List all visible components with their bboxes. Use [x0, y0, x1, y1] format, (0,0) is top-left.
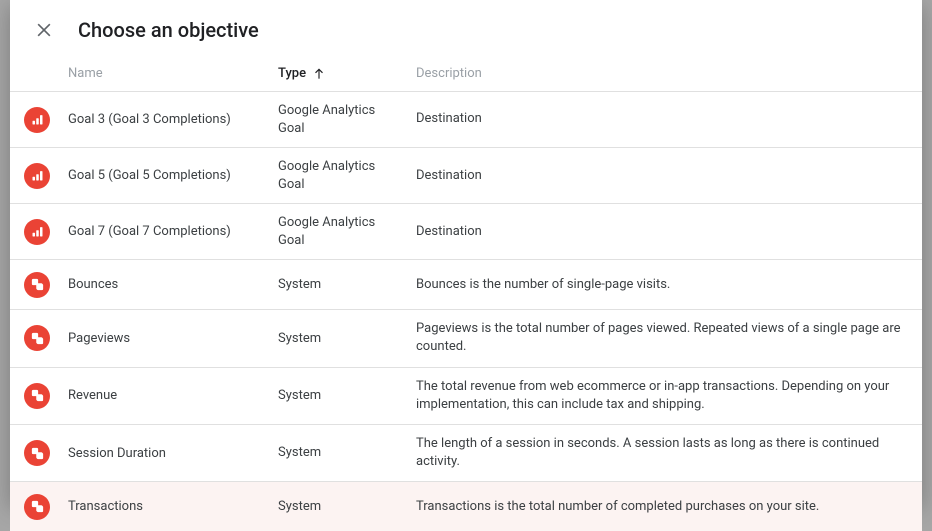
- table-row[interactable]: BouncesSystemBounces is the number of si…: [10, 259, 922, 309]
- table-row[interactable]: Goal 5 (Goal 5 Completions)Google Analyt…: [10, 147, 922, 203]
- row-icon-cell: [10, 383, 68, 409]
- column-header-type-label: Type: [278, 66, 306, 81]
- row-description: Transactions is the total number of comp…: [416, 498, 910, 516]
- objectives-table: Name Type Description Goal 3 (Goal 3 Com…: [10, 56, 922, 531]
- analytics-goal-icon: [24, 163, 50, 189]
- row-type: System: [278, 444, 416, 462]
- row-type: System: [278, 498, 416, 516]
- choose-objective-dialog: Choose an objective Name Type Descriptio…: [10, 0, 922, 502]
- row-name: Goal 3 (Goal 3 Completions): [68, 112, 278, 127]
- row-name: Revenue: [68, 388, 278, 403]
- sort-ascending-icon: [312, 67, 326, 81]
- system-objective-icon: [24, 494, 50, 520]
- row-description: Bounces is the number of single-page vis…: [416, 276, 910, 294]
- system-objective-icon: [24, 440, 50, 466]
- row-type: System: [278, 330, 416, 348]
- table-row[interactable]: RevenueSystemThe total revenue from web …: [10, 367, 922, 424]
- row-type: Google Analytics Goal: [278, 214, 416, 249]
- row-icon-cell: [10, 494, 68, 520]
- table-row[interactable]: Session DurationSystemThe length of a se…: [10, 424, 922, 481]
- row-icon-cell: [10, 272, 68, 298]
- analytics-goal-icon: [24, 107, 50, 133]
- table-row[interactable]: Goal 3 (Goal 3 Completions)Google Analyt…: [10, 91, 922, 147]
- row-description: The total revenue from web ecommerce or …: [416, 378, 910, 414]
- column-header-type[interactable]: Type: [278, 66, 416, 81]
- column-header-description[interactable]: Description: [416, 66, 922, 81]
- dialog-header: Choose an objective: [10, 0, 922, 56]
- row-description: Destination: [416, 110, 910, 128]
- row-type: Google Analytics Goal: [278, 102, 416, 137]
- close-button[interactable]: [30, 16, 58, 44]
- row-description: Destination: [416, 223, 910, 241]
- row-name: Pageviews: [68, 331, 278, 346]
- row-name: Goal 5 (Goal 5 Completions): [68, 168, 278, 183]
- table-row[interactable]: Goal 7 (Goal 7 Completions)Google Analyt…: [10, 203, 922, 259]
- row-icon-cell: [10, 163, 68, 189]
- row-type: System: [278, 276, 416, 294]
- row-name: Bounces: [68, 277, 278, 292]
- system-objective-icon: [24, 272, 50, 298]
- system-objective-icon: [24, 383, 50, 409]
- analytics-goal-icon: [24, 219, 50, 245]
- row-icon-cell: [10, 219, 68, 245]
- table-row[interactable]: PageviewsSystemPageviews is the total nu…: [10, 309, 922, 366]
- row-type: System: [278, 387, 416, 405]
- row-name: Session Duration: [68, 446, 278, 461]
- system-objective-icon: [24, 325, 50, 351]
- row-icon-cell: [10, 440, 68, 466]
- close-icon: [34, 20, 54, 40]
- table-body: Goal 3 (Goal 3 Completions)Google Analyt…: [10, 91, 922, 531]
- row-description: Pageviews is the total number of pages v…: [416, 320, 910, 356]
- table-header: Name Type Description: [10, 56, 922, 91]
- row-type: Google Analytics Goal: [278, 158, 416, 193]
- row-description: Destination: [416, 167, 910, 185]
- row-icon-cell: [10, 325, 68, 351]
- table-row[interactable]: TransactionsSystemTransactions is the to…: [10, 481, 922, 531]
- column-header-name[interactable]: Name: [68, 66, 278, 81]
- dialog-title: Choose an objective: [78, 18, 259, 42]
- row-name: Goal 7 (Goal 7 Completions): [68, 224, 278, 239]
- row-icon-cell: [10, 107, 68, 133]
- row-description: The length of a session in seconds. A se…: [416, 435, 910, 471]
